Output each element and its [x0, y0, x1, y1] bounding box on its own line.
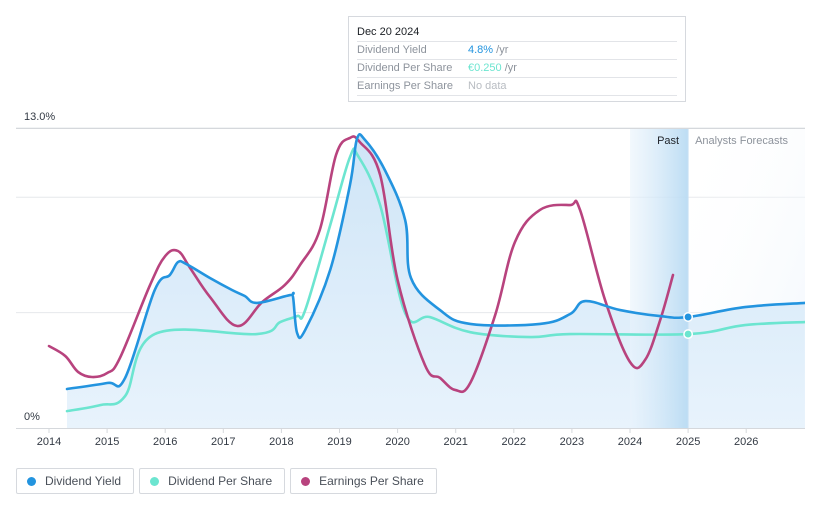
x-tick-label: 2026 — [734, 436, 758, 448]
x-tick-label: 2016 — [153, 436, 177, 448]
tooltip-value: 4.8% — [468, 44, 494, 56]
legend-item-earnings-per-share[interactable]: Earnings Per Share — [290, 468, 437, 494]
x-tick-label: 2021 — [443, 436, 467, 448]
legend: Dividend Yield Dividend Per Share Earnin… — [16, 468, 437, 494]
x-tick-label: 2014 — [37, 436, 61, 448]
y-max-label: 13.0% — [24, 111, 55, 123]
x-tick-label: 2023 — [560, 436, 584, 448]
past-label: Past — [657, 135, 679, 147]
tooltip-row-dividend-per-share: Dividend Per Share €0.250 /yr — [357, 60, 677, 78]
x-tick-label: 2015 — [95, 436, 119, 448]
legend-dot-icon — [27, 476, 36, 486]
tooltip-suffix: /yr — [501, 62, 517, 74]
legend-label: Dividend Yield — [45, 474, 122, 488]
band-labels: Past Analysts Forecasts — [657, 135, 788, 147]
x-tick-label: 2018 — [269, 436, 293, 448]
dividend-per-share-marker — [683, 329, 694, 340]
legend-label: Dividend Per Share — [168, 474, 273, 488]
tooltip-row-earnings-per-share: Earnings Per Share No data — [357, 78, 677, 96]
x-tick-label: 2017 — [211, 436, 235, 448]
tooltip-suffix: /yr — [493, 44, 509, 56]
legend-dot-icon — [301, 476, 311, 486]
x-tick-label: 2025 — [676, 436, 700, 448]
legend-item-dividend-per-share[interactable]: Dividend Per Share — [139, 468, 286, 494]
dividend-yield-marker — [683, 312, 694, 322]
legend-dot-icon — [150, 476, 160, 486]
y-min-label: 0% — [24, 411, 40, 423]
forecast-label: Analysts Forecasts — [695, 135, 788, 147]
x-tick-label: 2022 — [502, 436, 526, 448]
past-band — [630, 128, 689, 428]
legend-label: Earnings Per Share — [319, 474, 424, 488]
legend-item-dividend-yield[interactable]: Dividend Yield — [16, 468, 135, 494]
tooltip-row-dividend-yield: Dividend Yield 4.8% /yr — [357, 42, 677, 60]
tooltip-date: Dec 20 2024 — [357, 23, 677, 42]
tooltip: Dec 20 2024 Dividend Yield 4.8% /yr Divi… — [348, 16, 686, 102]
tooltip-label: Dividend Yield — [357, 44, 427, 56]
tooltip-value: €0.250 — [468, 62, 502, 74]
tooltip-label: Dividend Per Share — [357, 62, 453, 74]
x-tick-label: 2024 — [618, 436, 642, 448]
x-axis: 2014 2015 2016 2017 2018 2019 2020 2021 2022 2023… — [16, 428, 805, 448]
x-tick-label: 2019 — [327, 436, 351, 448]
x-tick-label: 2020 — [385, 436, 409, 448]
tooltip-value: No data — [468, 80, 507, 92]
tooltip-label: Earnings Per Share — [357, 80, 453, 92]
